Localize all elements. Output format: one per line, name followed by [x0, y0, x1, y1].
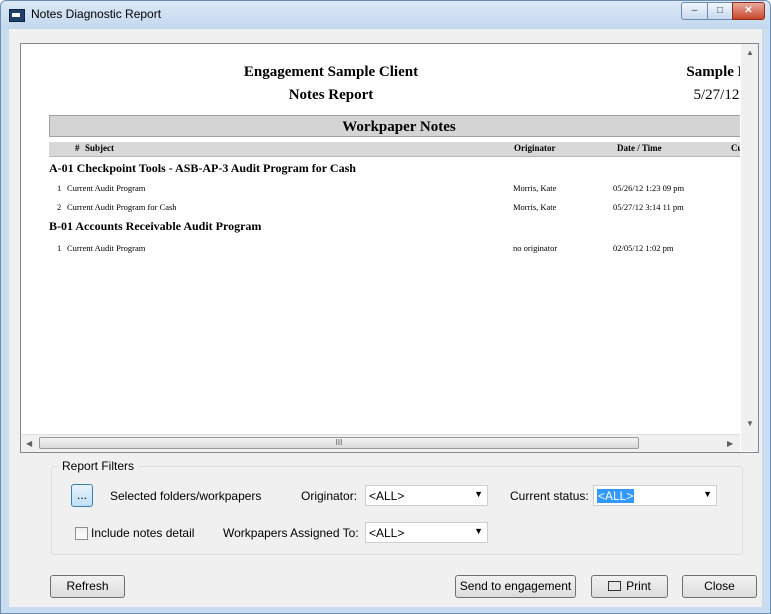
folder-group-heading: B-01 Accounts Receivable Audit Program: [49, 219, 262, 233]
browse-folders-button[interactable]: ...: [71, 484, 93, 507]
chevron-down-icon: ▼: [703, 489, 712, 499]
note-row-number: 1: [57, 243, 62, 253]
scroll-left-arrow-icon[interactable]: ◀: [26, 439, 32, 448]
note-row-originator: no originator: [513, 243, 558, 253]
report-date-time: 5/27/12 - 3:3: [693, 87, 741, 103]
note-row-originator: Morris, Kate: [513, 202, 557, 212]
column-header-subject: Subject: [85, 143, 114, 153]
note-row-number: 1: [57, 183, 62, 193]
dialog-client-area: Engagement Sample Client Notes Report Sa…: [9, 29, 762, 607]
column-header-row: # Subject Originator Date / Time Curr: [49, 142, 740, 157]
chevron-down-icon: ▼: [474, 526, 483, 536]
report-name: Notes Report: [288, 87, 374, 103]
report-page: Engagement Sample Client Notes Report Sa…: [21, 44, 740, 433]
current-status-value: <ALL>: [597, 489, 635, 503]
title-bar: Notes Diagnostic Report – □ ✕: [1, 1, 770, 29]
chevron-down-icon: ▼: [474, 489, 483, 499]
report-filters-label: Report Filters: [58, 459, 139, 473]
send-to-engagement-button[interactable]: Send to engagement: [455, 575, 576, 598]
section-banner: Workpaper Notes: [49, 115, 740, 137]
print-button[interactable]: Print: [591, 575, 668, 598]
report-viewer: Engagement Sample Client Notes Report Sa…: [20, 43, 759, 453]
note-row-date: 05/27/12 3:14 11 pm: [613, 202, 684, 212]
vertical-scrollbar[interactable]: ▲ ▼: [741, 44, 758, 434]
report-header-right: Sample Enga 5/27/12 - 3:3: [621, 61, 740, 107]
maximize-button[interactable]: □: [707, 2, 733, 20]
include-notes-detail-checkbox[interactable]: [75, 527, 88, 540]
printer-icon: [608, 580, 622, 591]
window-title: Notes Diagnostic Report: [31, 7, 162, 21]
note-row-subject: Current Audit Program: [67, 243, 146, 253]
originator-select[interactable]: <ALL> ▼: [365, 485, 488, 506]
originator-label: Originator:: [301, 489, 358, 503]
folder-group-heading: A-01 Checkpoint Tools - ASB-AP-3 Audit P…: [49, 161, 356, 175]
scrollbar-corner: [741, 434, 758, 451]
column-header-date-time: Date / Time: [617, 143, 662, 153]
report-header-left: Engagement Sample Client Notes Report: [231, 61, 431, 107]
close-window-button[interactable]: ✕: [732, 2, 765, 20]
horizontal-scrollbar[interactable]: ◀ III ▶: [21, 434, 740, 452]
client-name: Engagement Sample Client: [243, 64, 419, 80]
column-header-current: Curr: [731, 143, 740, 153]
selected-folders-label: Selected folders/workpapers: [110, 489, 262, 503]
engagement-name: Sample Enga: [686, 64, 740, 80]
workpapers-assigned-value: <ALL>: [369, 526, 405, 540]
column-header-originator: Originator: [514, 143, 556, 153]
workpapers-assigned-label: Workpapers Assigned To:: [223, 526, 359, 540]
include-notes-detail-label[interactable]: Include notes detail: [91, 526, 194, 540]
scroll-down-arrow-icon[interactable]: ▼: [746, 419, 754, 428]
current-status-select[interactable]: <ALL> ▼: [593, 485, 717, 506]
note-row-number: 2: [57, 202, 62, 212]
note-row-subject: Current Audit Program: [67, 183, 146, 193]
print-button-label: Print: [626, 579, 651, 593]
originator-value: <ALL>: [369, 489, 405, 503]
scroll-right-arrow-icon[interactable]: ▶: [727, 439, 733, 448]
workpapers-assigned-select[interactable]: <ALL> ▼: [365, 522, 488, 543]
note-row-date: 02/05/12 1:02 pm: [613, 243, 674, 253]
app-icon: [9, 9, 25, 22]
notes-diagnostic-report-window: Notes Diagnostic Report – □ ✕ Engagement…: [0, 0, 771, 614]
refresh-button[interactable]: Refresh: [50, 575, 125, 598]
scroll-up-arrow-icon[interactable]: ▲: [746, 48, 754, 57]
note-row-subject: Current Audit Program for Cash: [67, 202, 177, 212]
note-row-date: 05/26/12 1:23 09 pm: [613, 183, 685, 193]
note-row-originator: Morris, Kate: [513, 183, 557, 193]
minimize-button[interactable]: –: [681, 2, 708, 20]
column-header-num: #: [75, 143, 80, 153]
horizontal-scroll-thumb[interactable]: III: [39, 437, 639, 449]
current-status-label: Current status:: [510, 489, 589, 503]
close-button[interactable]: Close: [682, 575, 757, 598]
